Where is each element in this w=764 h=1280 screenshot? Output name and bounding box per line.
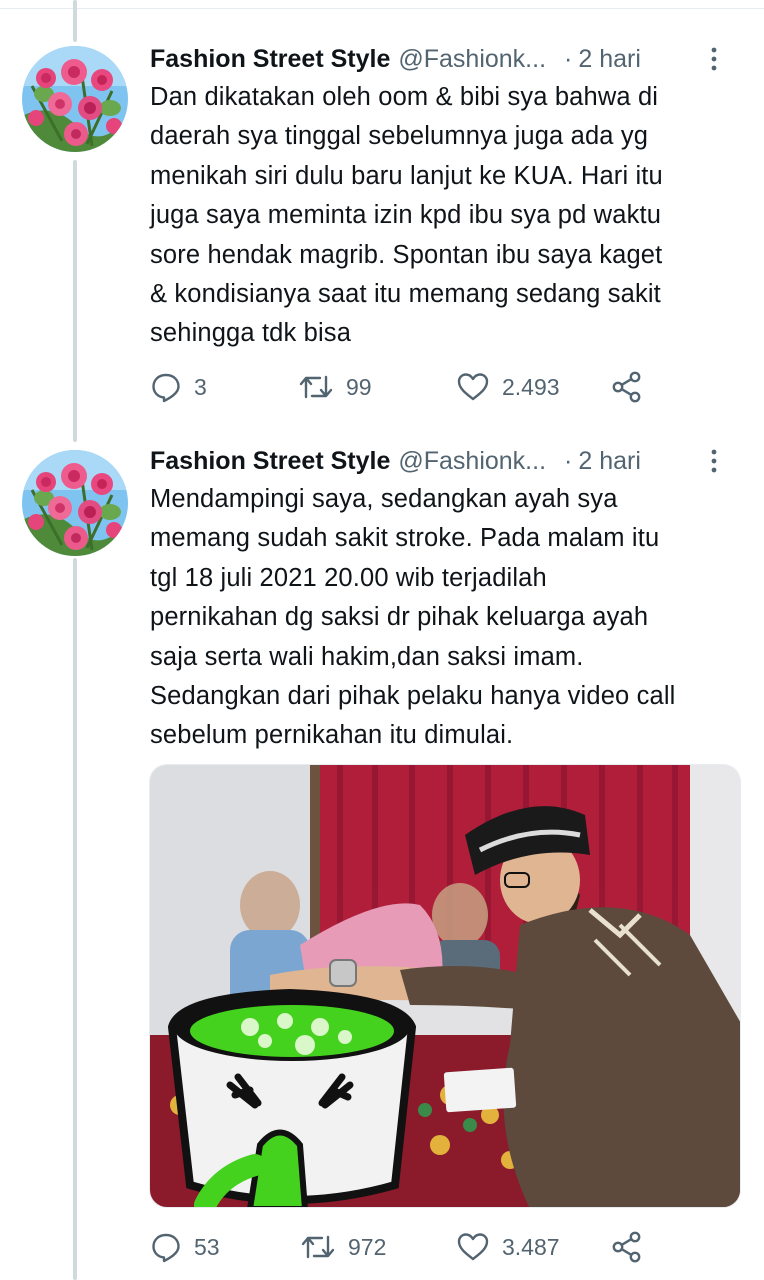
tweet-header: Fashion Street Style @Fashionk... · 2 ha… [150, 43, 744, 75]
avatar[interactable] [22, 450, 128, 556]
user-handle[interactable]: @Fashionk... [398, 45, 546, 74]
tweet-actions: 3 99 2.493 [150, 369, 670, 405]
tweet-text-line: Dan dikatakan oleh oom & bibi sya bahwa … [150, 83, 659, 111]
wedding-photo-illustration [150, 765, 740, 1207]
retweet-arrows-icon [299, 375, 333, 399]
speech-bubble-icon [152, 373, 180, 403]
display-name[interactable]: Fashion Street Style [150, 45, 390, 74]
tweet-photo[interactable] [149, 764, 741, 1208]
tweet-text-line: juga saya meminta izin kpd ibu sya pd wa… [150, 201, 662, 230]
tweet[interactable]: Fashion Street Style @Fashionk... · 2 ha… [0, 0, 764, 430]
share-button[interactable] [610, 1229, 644, 1265]
tweet-text-line: menikah siri dulu baru lanjut ke KUA. Ha… [150, 161, 663, 190]
like-button[interactable]: 2.493 [456, 369, 560, 405]
reply-button[interactable]: 3 [150, 369, 207, 405]
vertical-dots-icon[interactable] [704, 447, 724, 475]
tweet-text-line: memang sudah sakit stroke. Pada malam it… [150, 524, 660, 553]
tweet-text-line: & kondisianya saat itu memang sedang sak… [150, 280, 661, 309]
reply-count: 3 [194, 373, 207, 400]
separator-dot: · [564, 446, 573, 475]
rose-avatar-image [22, 450, 128, 556]
tweet-text-line: saja serta wali hakim,dan saksi imam. [150, 642, 584, 671]
tweet-actions: 53 972 3.487 [150, 1229, 670, 1265]
tweet-header: Fashion Street Style @Fashionk... · 2 ha… [150, 445, 744, 477]
tweet-text-line: tgl 18 juli 2021 20.00 wib terjadilah [150, 563, 547, 592]
vertical-dots-icon[interactable] [704, 45, 724, 73]
like-count: 2.493 [502, 373, 560, 400]
timestamp[interactable]: 2 hari [578, 45, 641, 74]
reply-button[interactable]: 53 [150, 1229, 220, 1265]
retweet-button[interactable]: 972 [300, 1229, 386, 1265]
timestamp[interactable]: 2 hari [578, 447, 641, 476]
tweet-text-line: pernikahan dg saksi dr pihak keluarga ay… [150, 603, 649, 632]
retweet-count: 99 [346, 373, 372, 400]
like-count: 3.487 [502, 1233, 560, 1260]
share-nodes-icon [612, 1231, 641, 1263]
speech-bubble-icon [152, 1233, 180, 1263]
reply-count: 53 [194, 1233, 220, 1260]
tweet-text-line: daerah sya tinggal sebelumnya juga ada y… [150, 122, 649, 151]
tweet-text: Dan dikatakan oleh oom & bibi sya bahwa … [150, 78, 750, 354]
rose-avatar-image [22, 46, 128, 152]
retweet-count: 972 [348, 1233, 387, 1260]
tweet-text-line: sebelum pernikahan itu dimulai. [150, 721, 514, 750]
display-name[interactable]: Fashion Street Style [150, 447, 390, 476]
tweet-text-line: Mendampingi saya, sedangkan ayah sya [150, 485, 618, 513]
tweet-text: Mendampingi saya, sedangkan ayah sya mem… [150, 480, 750, 756]
tweet-text-line: Sedangkan dari pihak pelaku hanya video … [150, 682, 676, 711]
share-nodes-icon [612, 371, 641, 403]
retweet-button[interactable]: 99 [298, 369, 372, 405]
retweet-arrows-icon [301, 1235, 335, 1259]
user-handle[interactable]: @Fashionk... [398, 447, 546, 476]
avatar[interactable] [22, 46, 128, 152]
heart-icon [457, 1233, 489, 1261]
separator-dot: · [564, 44, 573, 73]
like-button[interactable]: 3.487 [456, 1229, 560, 1265]
heart-icon [457, 373, 489, 401]
tweet-text-line: sehingga tdk bisa [150, 319, 352, 348]
share-button[interactable] [610, 369, 644, 405]
tweet-text-line: sore hendak magrib. Spontan ibu saya kag… [150, 240, 663, 269]
